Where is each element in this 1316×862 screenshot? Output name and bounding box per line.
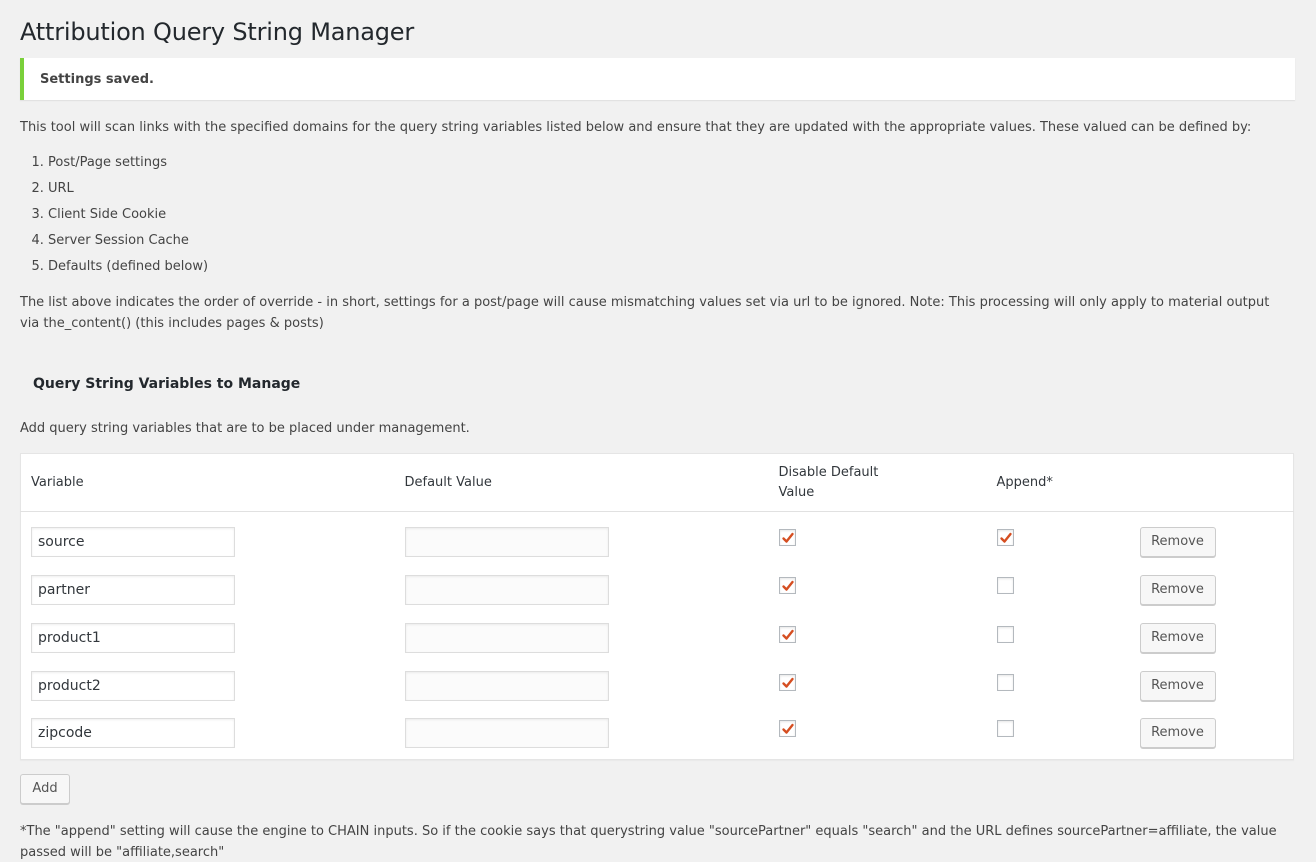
checkmark-icon	[781, 580, 794, 591]
variable-input[interactable]	[31, 526, 235, 557]
variable-input[interactable]	[31, 574, 235, 605]
append-checkbox[interactable]	[996, 673, 1014, 691]
header-actions	[1129, 453, 1294, 512]
disable-default-cell	[769, 711, 987, 759]
header-disable-default: Disable Default Value	[768, 453, 987, 512]
variable-cell	[21, 711, 395, 759]
header-default-value: Default Value	[394, 453, 769, 512]
disable-default-checkbox[interactable]	[778, 720, 796, 738]
default-value-input[interactable]	[404, 717, 609, 748]
checkmark-icon	[781, 629, 794, 640]
table-row: Remove	[21, 711, 1294, 759]
actions-cell: Remove	[1130, 512, 1294, 566]
disable-default-cell	[769, 614, 987, 662]
remove-button[interactable]: Remove	[1139, 623, 1216, 654]
checkmark-icon	[781, 533, 794, 543]
disable-default-checkbox[interactable]	[778, 577, 796, 595]
header-append: Append*	[986, 453, 1130, 512]
remove-button[interactable]: Remove	[1139, 717, 1216, 748]
actions-cell: Remove	[1130, 566, 1294, 614]
list-item: Post/Page settings	[48, 150, 1296, 176]
list-item: Client Side Cookie	[48, 202, 1296, 228]
intro-text: This tool will scan links with the speci…	[20, 120, 1252, 135]
variable-cell	[21, 614, 395, 662]
default-value-input[interactable]	[404, 623, 609, 654]
disable-default-checkbox[interactable]	[778, 625, 796, 643]
actions-cell: Remove	[1130, 614, 1294, 662]
variable-input[interactable]	[31, 717, 235, 748]
append-cell	[987, 614, 1130, 662]
default-value-cell	[395, 566, 769, 614]
default-value-input[interactable]	[404, 526, 609, 557]
checkmark-icon	[781, 723, 794, 734]
table-row: Remove	[21, 662, 1294, 710]
list-item: Defaults (defined below)	[48, 254, 1296, 280]
remove-button[interactable]: Remove	[1139, 671, 1216, 702]
add-variable-button[interactable]: Add	[20, 773, 70, 804]
actions-cell: Remove	[1130, 711, 1294, 759]
default-value-cell	[395, 662, 769, 710]
page-title: Attribution Query String Manager	[20, 18, 415, 46]
append-cell	[987, 566, 1130, 614]
append-cell	[987, 662, 1130, 710]
variable-input[interactable]	[31, 623, 235, 654]
variable-cell	[21, 566, 395, 614]
list-item: URL	[48, 176, 1296, 202]
append-checkbox[interactable]	[996, 577, 1014, 595]
override-note: The list above indicates the order of ov…	[20, 295, 1270, 331]
page-wrap: Attribution Query String Manager Setting…	[0, 0, 1316, 862]
table-row: Remove	[21, 614, 1294, 662]
variable-cell	[21, 662, 395, 710]
settings-saved-notice: Settings saved.	[20, 58, 1295, 100]
disable-default-checkbox[interactable]	[778, 529, 796, 547]
list-item: Server Session Cache	[48, 228, 1296, 254]
default-value-cell	[395, 711, 769, 759]
variable-input[interactable]	[31, 671, 235, 702]
variables-table: Variable Default Value Disable Default V…	[20, 453, 1294, 760]
default-value-cell	[395, 512, 769, 566]
append-checkbox[interactable]	[996, 625, 1014, 643]
override-sources-list: Post/Page settings URL Client Side Cooki…	[20, 150, 1296, 280]
checkmark-icon	[999, 533, 1012, 543]
notice-message: Settings saved.	[40, 71, 154, 87]
disable-default-checkbox[interactable]	[778, 673, 796, 691]
append-cell	[987, 512, 1130, 566]
append-footnote: *The "append" setting will cause the eng…	[20, 823, 1277, 860]
disable-default-cell	[769, 512, 987, 566]
append-checkbox[interactable]	[996, 529, 1014, 547]
header-variable: Variable	[20, 453, 395, 512]
table-header-row: Variable Default Value Disable Default V…	[20, 453, 1294, 512]
append-checkbox[interactable]	[996, 720, 1014, 738]
disable-default-cell	[769, 566, 987, 614]
default-value-input[interactable]	[404, 574, 609, 605]
disable-default-cell	[769, 662, 987, 710]
table-row: Remove	[21, 512, 1294, 566]
remove-button[interactable]: Remove	[1139, 526, 1216, 557]
default-value-input[interactable]	[404, 671, 609, 702]
table-row: Remove	[21, 566, 1294, 614]
checkmark-icon	[781, 677, 794, 688]
section-heading: Query String Variables to Manage	[33, 376, 301, 392]
default-value-cell	[395, 614, 769, 662]
append-cell	[987, 711, 1130, 759]
section-description: Add query string variables that are to b…	[20, 421, 470, 436]
actions-cell: Remove	[1130, 662, 1294, 710]
variable-cell	[21, 512, 395, 566]
remove-button[interactable]: Remove	[1139, 574, 1216, 605]
